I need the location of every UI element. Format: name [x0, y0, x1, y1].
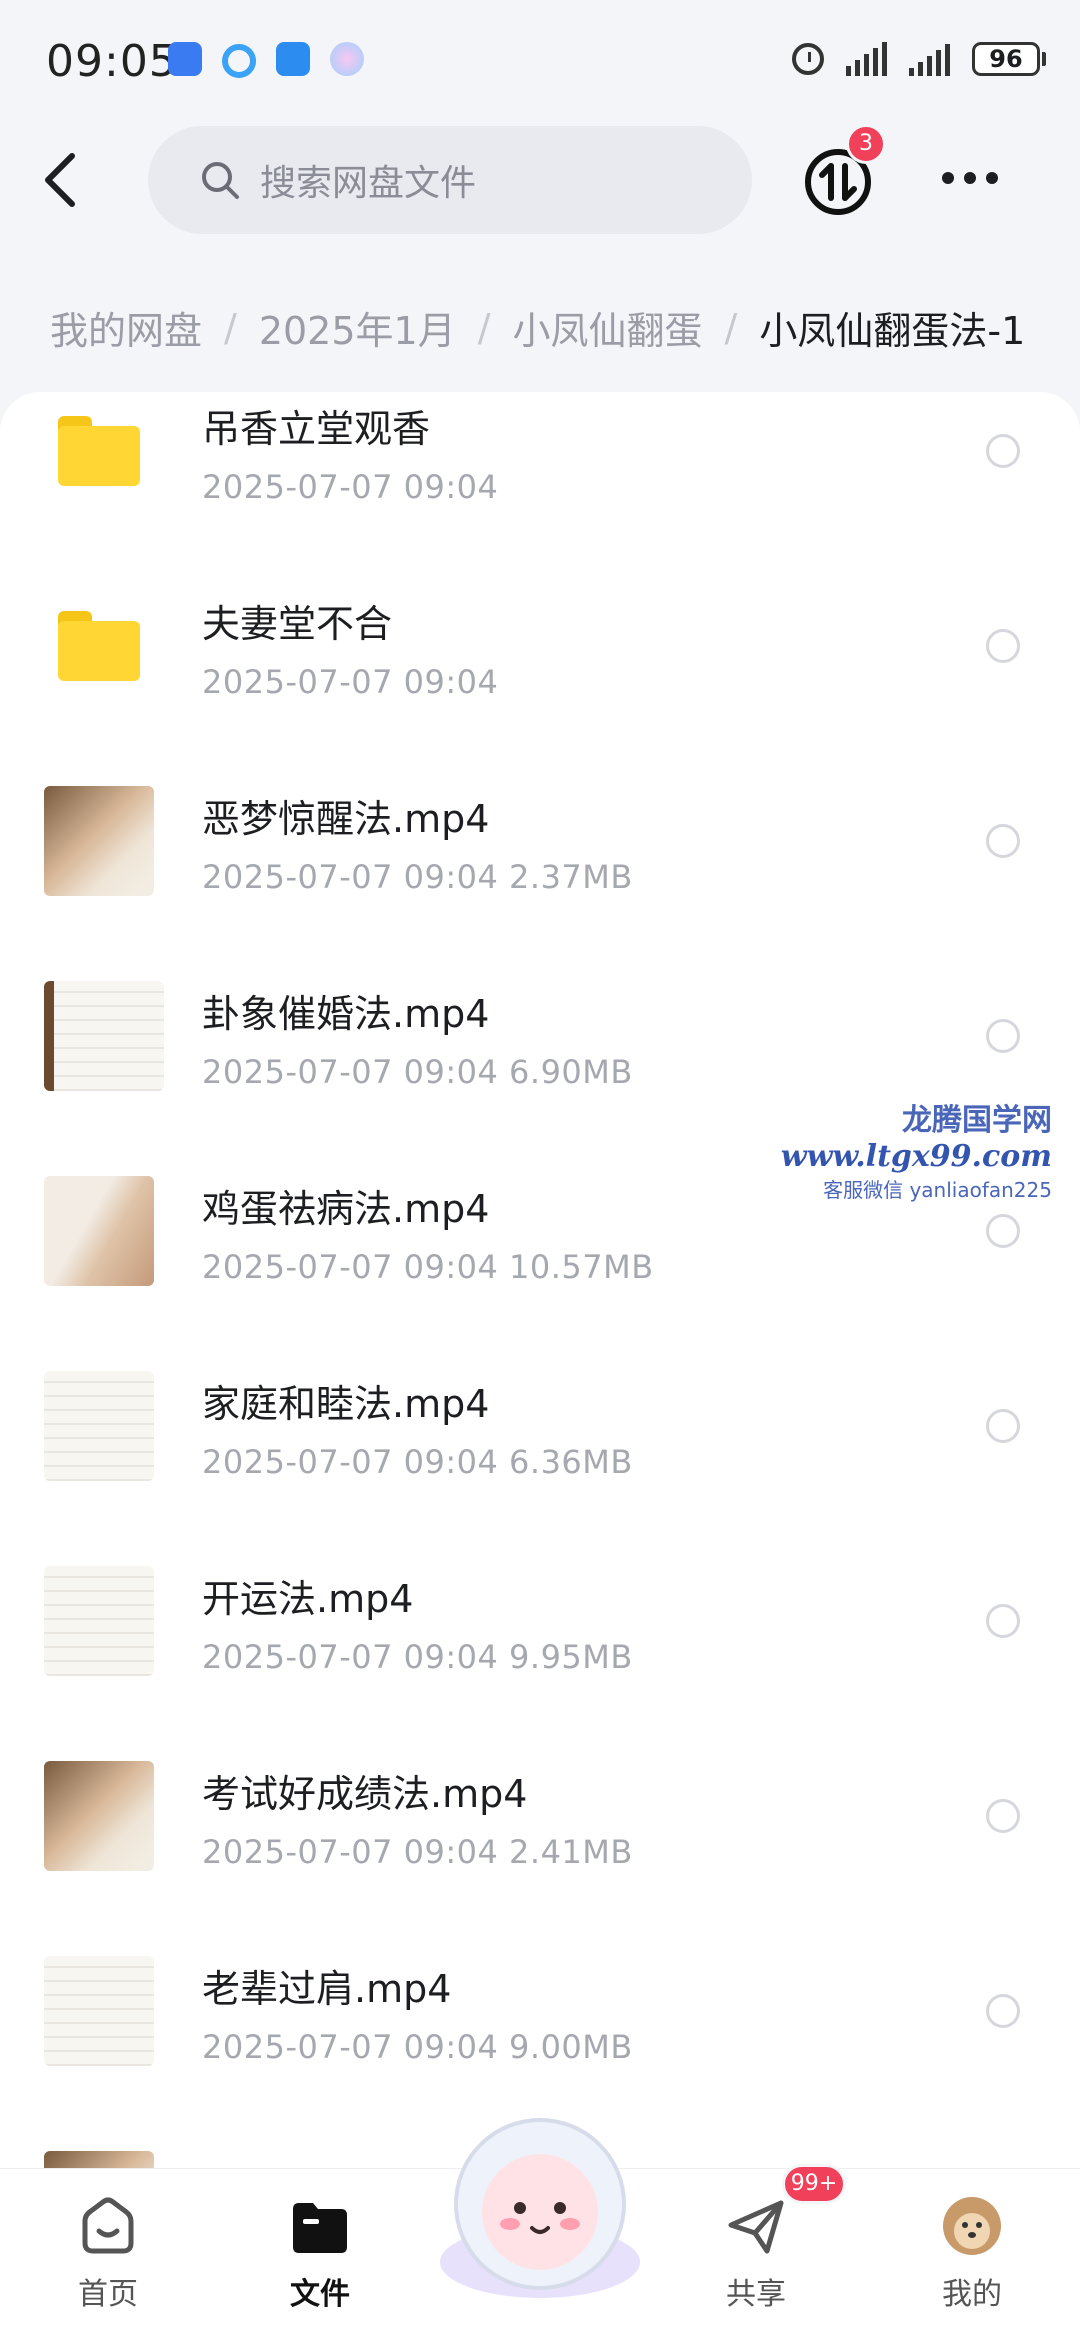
tab-mine[interactable]: 我的: [902, 2195, 1042, 2313]
breadcrumb: 我的网盘 / 2025年1月 / 小凤仙翻蛋 / 小凤仙翻蛋法-1: [50, 300, 1025, 355]
breadcrumb-separator: /: [477, 305, 491, 350]
notification-icons: [168, 42, 364, 78]
more-options-icon[interactable]: [942, 172, 998, 184]
file-meta: 2025-07-07 09:04 6.36MB: [202, 1443, 633, 1481]
breadcrumb-item-folder[interactable]: 小凤仙翻蛋: [513, 300, 703, 355]
breadcrumb-separator: /: [224, 305, 237, 350]
watermark: 龙腾国学网 www.ltgx99.com 客服微信 yanliaofan225: [781, 1095, 1052, 1203]
video-thumbnail: [44, 1956, 154, 2066]
file-name: 夫妻堂不合: [202, 602, 393, 646]
breadcrumb-separator: /: [724, 305, 738, 350]
file-name: 家庭和睦法.mp4: [202, 1382, 490, 1426]
select-radio[interactable]: [986, 824, 1020, 858]
list-item[interactable]: 恶梦惊醒法.mp4 2025-07-07 09:04 2.37MB: [0, 782, 1080, 977]
list-item[interactable]: 家庭和睦法.mp4 2025-07-07 09:04 6.36MB: [0, 1367, 1080, 1562]
transfer-count-badge: 3: [846, 124, 886, 164]
status-time: 09:05: [46, 36, 178, 87]
file-name: 恶梦惊醒法.mp4: [202, 797, 490, 841]
alarm-icon: [792, 43, 824, 75]
paper-plane-icon: [728, 2200, 784, 2254]
select-radio[interactable]: [986, 1604, 1020, 1638]
watermark-url: www.ltgx99.com: [780, 1139, 1052, 1174]
video-thumbnail: [44, 1176, 154, 1286]
file-name: 吊香立堂观香: [202, 407, 431, 451]
file-meta: 2025-07-07 09:04 10.57MB: [202, 1248, 654, 1286]
file-name: 卦象催婚法.mp4: [202, 992, 490, 1036]
select-radio[interactable]: [986, 1994, 1020, 2028]
list-item[interactable]: 考试好成绩法.mp4 2025-07-07 09:04 2.41MB: [0, 1757, 1080, 1952]
list-item[interactable]: 开运法.mp4 2025-07-07 09:04 9.95MB: [0, 1562, 1080, 1757]
video-thumbnail: [44, 981, 164, 1091]
folder-icon: [58, 611, 140, 681]
file-meta: 2025-07-07 09:04 9.95MB: [202, 1638, 633, 1676]
tab-share[interactable]: 共享: [686, 2195, 826, 2313]
select-radio[interactable]: [986, 1214, 1020, 1248]
file-meta: 2025-07-07 09:04 2.41MB: [202, 1833, 633, 1871]
video-thumbnail: [44, 1761, 154, 1871]
watermark-title: 龙腾国学网: [902, 1103, 1052, 1138]
folder-icon: [293, 2203, 347, 2253]
cloud-app-icon: [276, 42, 310, 76]
system-indicators: 96: [792, 42, 1046, 76]
video-thumbnail: [44, 1566, 154, 1676]
assistant-icon: [330, 42, 364, 76]
signal-icon: [846, 42, 887, 76]
home-icon: [82, 2197, 134, 2254]
search-input[interactable]: 搜索网盘文件: [148, 126, 752, 234]
breadcrumb-item-current: 小凤仙翻蛋法-1: [759, 309, 1026, 353]
breadcrumb-item-2025-jan[interactable]: 2025年1月: [259, 300, 456, 355]
watermark-contact: 客服微信 yanliaofan225: [823, 1178, 1052, 1202]
select-radio[interactable]: [986, 1019, 1020, 1053]
file-meta: 2025-07-07 09:04 6.90MB: [202, 1053, 633, 1091]
folder-icon: [58, 416, 140, 486]
file-list: 吊香立堂观香 2025-07-07 09:04 夫妻堂不合 2025-07-07…: [0, 392, 1080, 2172]
browser-icon: [222, 44, 256, 78]
app-notification-icon: [168, 42, 202, 76]
list-item[interactable]: 吊香立堂观香 2025-07-07 09:04: [0, 392, 1080, 587]
avatar: [943, 2197, 1001, 2255]
select-radio[interactable]: [986, 629, 1020, 663]
file-meta: 2025-07-07 09:04 2.37MB: [202, 858, 633, 896]
file-meta: 2025-07-07 09:04: [202, 468, 499, 506]
share-count-badge: 99+: [782, 2164, 846, 2204]
search-icon: [202, 162, 239, 199]
file-name: 开运法.mp4: [202, 1577, 414, 1621]
signal-icon: [909, 42, 950, 76]
battery-level: 96: [972, 42, 1040, 76]
file-name: 鸡蛋祛病法.mp4: [202, 1187, 490, 1231]
search-placeholder: 搜索网盘文件: [260, 163, 477, 204]
tab-home[interactable]: 首页: [38, 2195, 178, 2313]
select-radio[interactable]: [986, 434, 1020, 468]
file-meta: 2025-07-07 09:04 9.00MB: [202, 2028, 633, 2066]
tab-files[interactable]: 文件: [250, 2195, 390, 2313]
mascot-assistant-icon[interactable]: [436, 2112, 644, 2302]
tab-share-label: 共享: [726, 2277, 786, 2312]
status-bar: 09:05 96: [0, 0, 1080, 120]
video-thumbnail: [44, 786, 154, 896]
tab-files-label: 文件: [290, 2277, 350, 2312]
file-name: 老辈过肩.mp4: [202, 1967, 452, 2011]
breadcrumb-item-my-drive[interactable]: 我的网盘: [50, 300, 202, 355]
battery-icon: 96: [972, 42, 1046, 76]
tab-mine-label: 我的: [942, 2277, 1002, 2312]
tab-home-label: 首页: [78, 2277, 138, 2312]
back-icon[interactable]: [40, 150, 80, 210]
list-item[interactable]: 夫妻堂不合 2025-07-07 09:04: [0, 587, 1080, 782]
file-name: 考试好成绩法.mp4: [202, 1772, 528, 1816]
video-thumbnail: [44, 1371, 154, 1481]
file-meta: 2025-07-07 09:04: [202, 663, 499, 701]
select-radio[interactable]: [986, 1799, 1020, 1833]
select-radio[interactable]: [986, 1409, 1020, 1443]
